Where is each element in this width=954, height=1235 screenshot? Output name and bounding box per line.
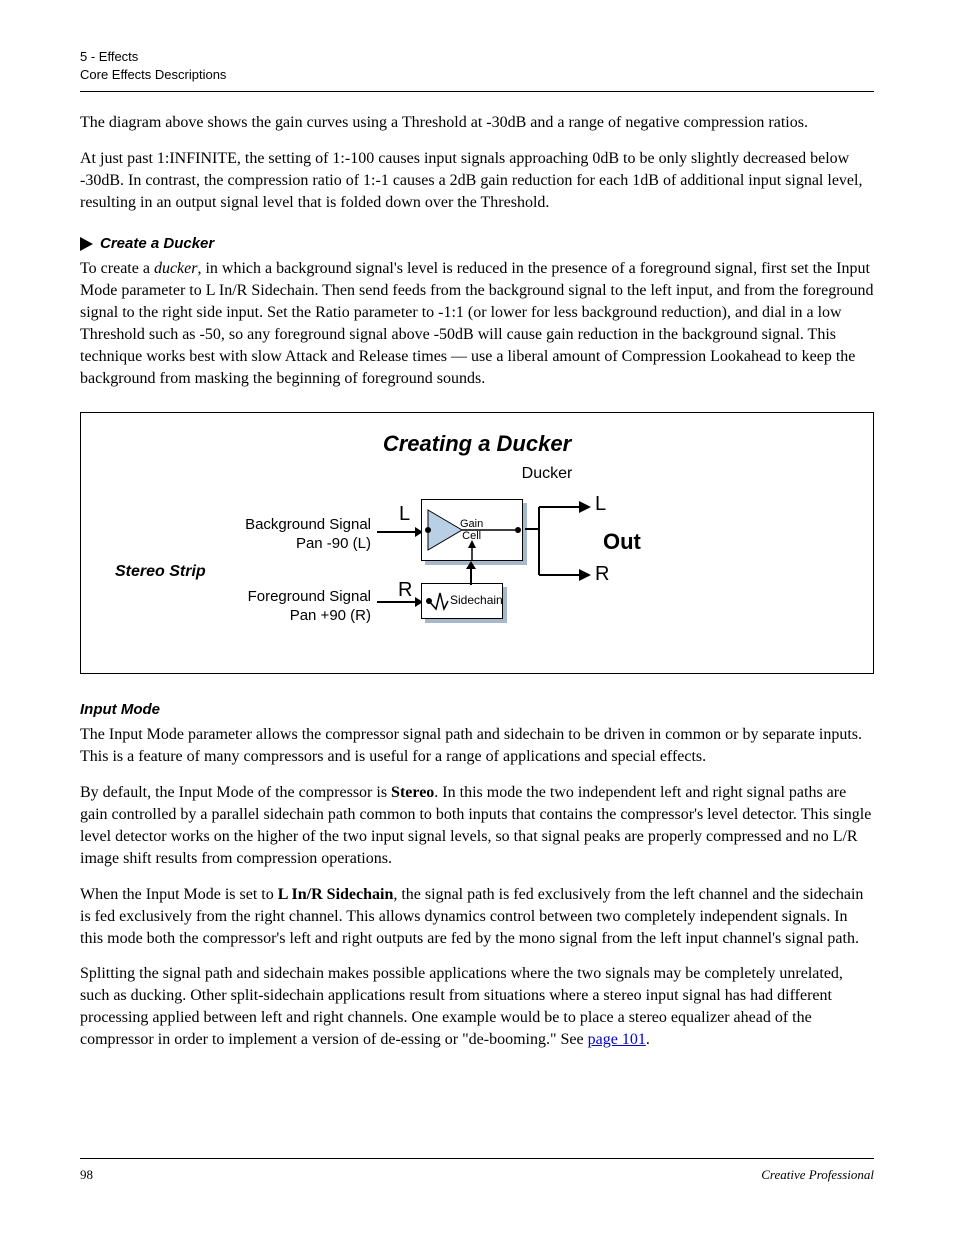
figure-output-label: Out (603, 527, 641, 557)
body-paragraph: The Input Mode parameter allows the comp… (80, 724, 874, 768)
figure-input-l: L (399, 501, 410, 528)
arrow-icon (377, 527, 423, 537)
running-header: 5 - Effects Core Effects Descriptions (80, 48, 874, 92)
bold-text: L In/R Sidechain (278, 886, 394, 903)
text-run: When the Input Mode is set to (80, 886, 278, 903)
text-run: , in which a background signal's level i… (80, 260, 874, 387)
text-run: Splitting the signal path and sidechain … (80, 965, 843, 1048)
page-link[interactable]: page 101 (588, 1031, 646, 1048)
header-chapter: 5 - Effects (80, 48, 874, 66)
play-icon (80, 237, 94, 251)
figure-gain-cell-text: Gain (460, 518, 483, 530)
figure-sublabel: Ducker (241, 463, 853, 485)
text-run: . (646, 1031, 650, 1048)
body-paragraph: When the Input Mode is set to L In/R Sid… (80, 884, 874, 950)
figure-label: Pan -90 (L) (101, 534, 371, 554)
figure-creating-a-ducker: Creating a Ducker Ducker Background Sign… (80, 412, 874, 674)
figure-sidechain-text: Sidechain (450, 594, 503, 607)
figure-label: Pan +90 (R) (101, 606, 371, 626)
page-number: 98 (80, 1167, 93, 1183)
publisher-name: Creative Professional (761, 1167, 874, 1183)
subheading-input-mode: Input Mode (80, 700, 874, 721)
body-paragraph: At just past 1:INFINITE, the setting of … (80, 148, 874, 214)
body-paragraph: The diagram above shows the gain curves … (80, 112, 874, 134)
body-paragraph: By default, the Input Mode of the compre… (80, 782, 874, 870)
sidechain-box: Sidechain (421, 583, 503, 619)
figure-stereo-strip: Stereo Strip (115, 561, 206, 583)
figure-label: Foreground Signal (101, 587, 371, 607)
figure-output-r: R (595, 561, 609, 588)
figure-title: Creating a Ducker (101, 429, 853, 459)
figure-label: Background Signal (101, 515, 371, 535)
subheading-create-ducker: Create a Ducker (80, 234, 874, 255)
gain-cell-box: Gain Cell (421, 499, 523, 561)
text-run: By default, the Input Mode of the compre… (80, 784, 391, 801)
figure-gain-cell-text: Cell (460, 530, 483, 542)
figure-input-r: R (398, 577, 412, 604)
figure-output-l: L (595, 491, 606, 518)
body-paragraph: To create a ducker, in which a backgroun… (80, 258, 874, 389)
body-paragraph: Splitting the signal path and sidechain … (80, 963, 874, 1051)
text-run: To create a (80, 260, 154, 277)
bold-text: Stereo (391, 784, 434, 801)
subheading-text: Create a Ducker (100, 234, 214, 255)
arrow-icon (466, 561, 476, 585)
page-footer: 98 Creative Professional (80, 1158, 874, 1183)
italic-text: ducker (154, 260, 198, 277)
header-section: Core Effects Descriptions (80, 66, 874, 84)
